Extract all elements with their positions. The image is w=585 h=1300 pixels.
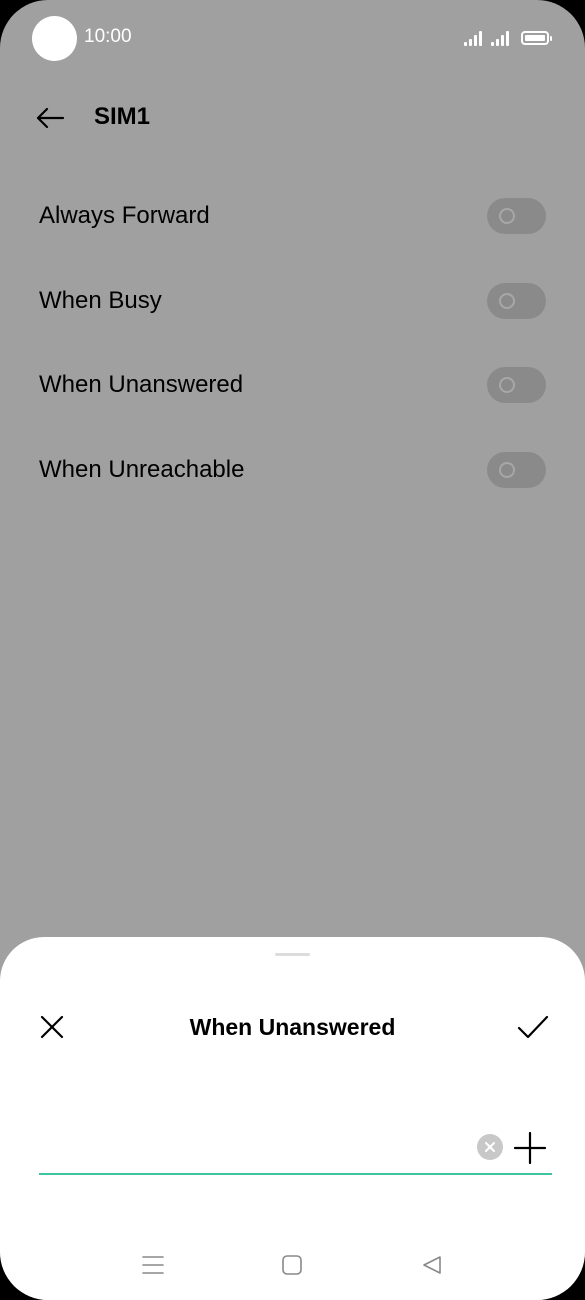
status-time: 10:00	[84, 26, 132, 47]
forward-row-unreachable[interactable]: When Unreachable	[0, 428, 585, 513]
forward-row-unanswered[interactable]: When Unanswered	[0, 343, 585, 428]
back-triangle-icon	[423, 1256, 441, 1274]
forward-row-busy[interactable]: When Busy	[0, 259, 585, 344]
back-button[interactable]	[30, 98, 70, 138]
menu-icon	[142, 1256, 164, 1274]
nav-back-button[interactable]	[417, 1250, 447, 1280]
camera-cutout	[32, 16, 77, 61]
nav-home-button[interactable]	[277, 1250, 307, 1280]
arrow-left-icon	[36, 107, 65, 129]
forward-number-field	[39, 1127, 552, 1175]
forward-label: When Busy	[39, 286, 162, 314]
add-contact-button[interactable]	[511, 1129, 549, 1167]
when-busy-toggle[interactable]	[487, 282, 546, 319]
battery-icon	[521, 31, 552, 45]
forward-label: When Unreachable	[39, 455, 245, 483]
forward-label: When Unanswered	[39, 371, 244, 398]
check-icon	[517, 1015, 549, 1039]
status-bar: 10:00	[0, 0, 585, 76]
signal-sim1-icon	[464, 30, 482, 46]
page-title: SIM1	[94, 103, 151, 130]
sheet-title: When Unanswered	[189, 1014, 396, 1040]
signal-sim2-icon	[491, 30, 509, 46]
plus-icon	[514, 1132, 546, 1164]
forward-number-input[interactable]	[39, 1133, 459, 1167]
home-icon	[282, 1255, 302, 1275]
navigation-bar	[0, 1240, 585, 1288]
confirm-button[interactable]	[513, 1007, 553, 1047]
clear-icon	[485, 1142, 495, 1152]
status-icons	[464, 26, 552, 46]
always-forward-toggle[interactable]	[487, 198, 546, 234]
when-unreachable-toggle[interactable]	[487, 451, 546, 488]
forward-label: Always Forward	[39, 202, 210, 229]
drag-handle[interactable]	[275, 953, 310, 956]
forward-row-always[interactable]: Always Forward	[0, 174, 585, 259]
app-header: SIM1	[0, 88, 585, 146]
bottom-sheet: When Unanswered	[0, 937, 585, 1300]
nav-menu-button[interactable]	[138, 1250, 168, 1280]
forwarding-list: Always Forward When Busy When Unanswered…	[0, 174, 585, 512]
phone-screen: 10:00 SIM1 Always Forward When Busy When…	[0, 0, 585, 1300]
when-unanswered-toggle[interactable]	[487, 367, 546, 403]
clear-button[interactable]	[477, 1134, 503, 1160]
